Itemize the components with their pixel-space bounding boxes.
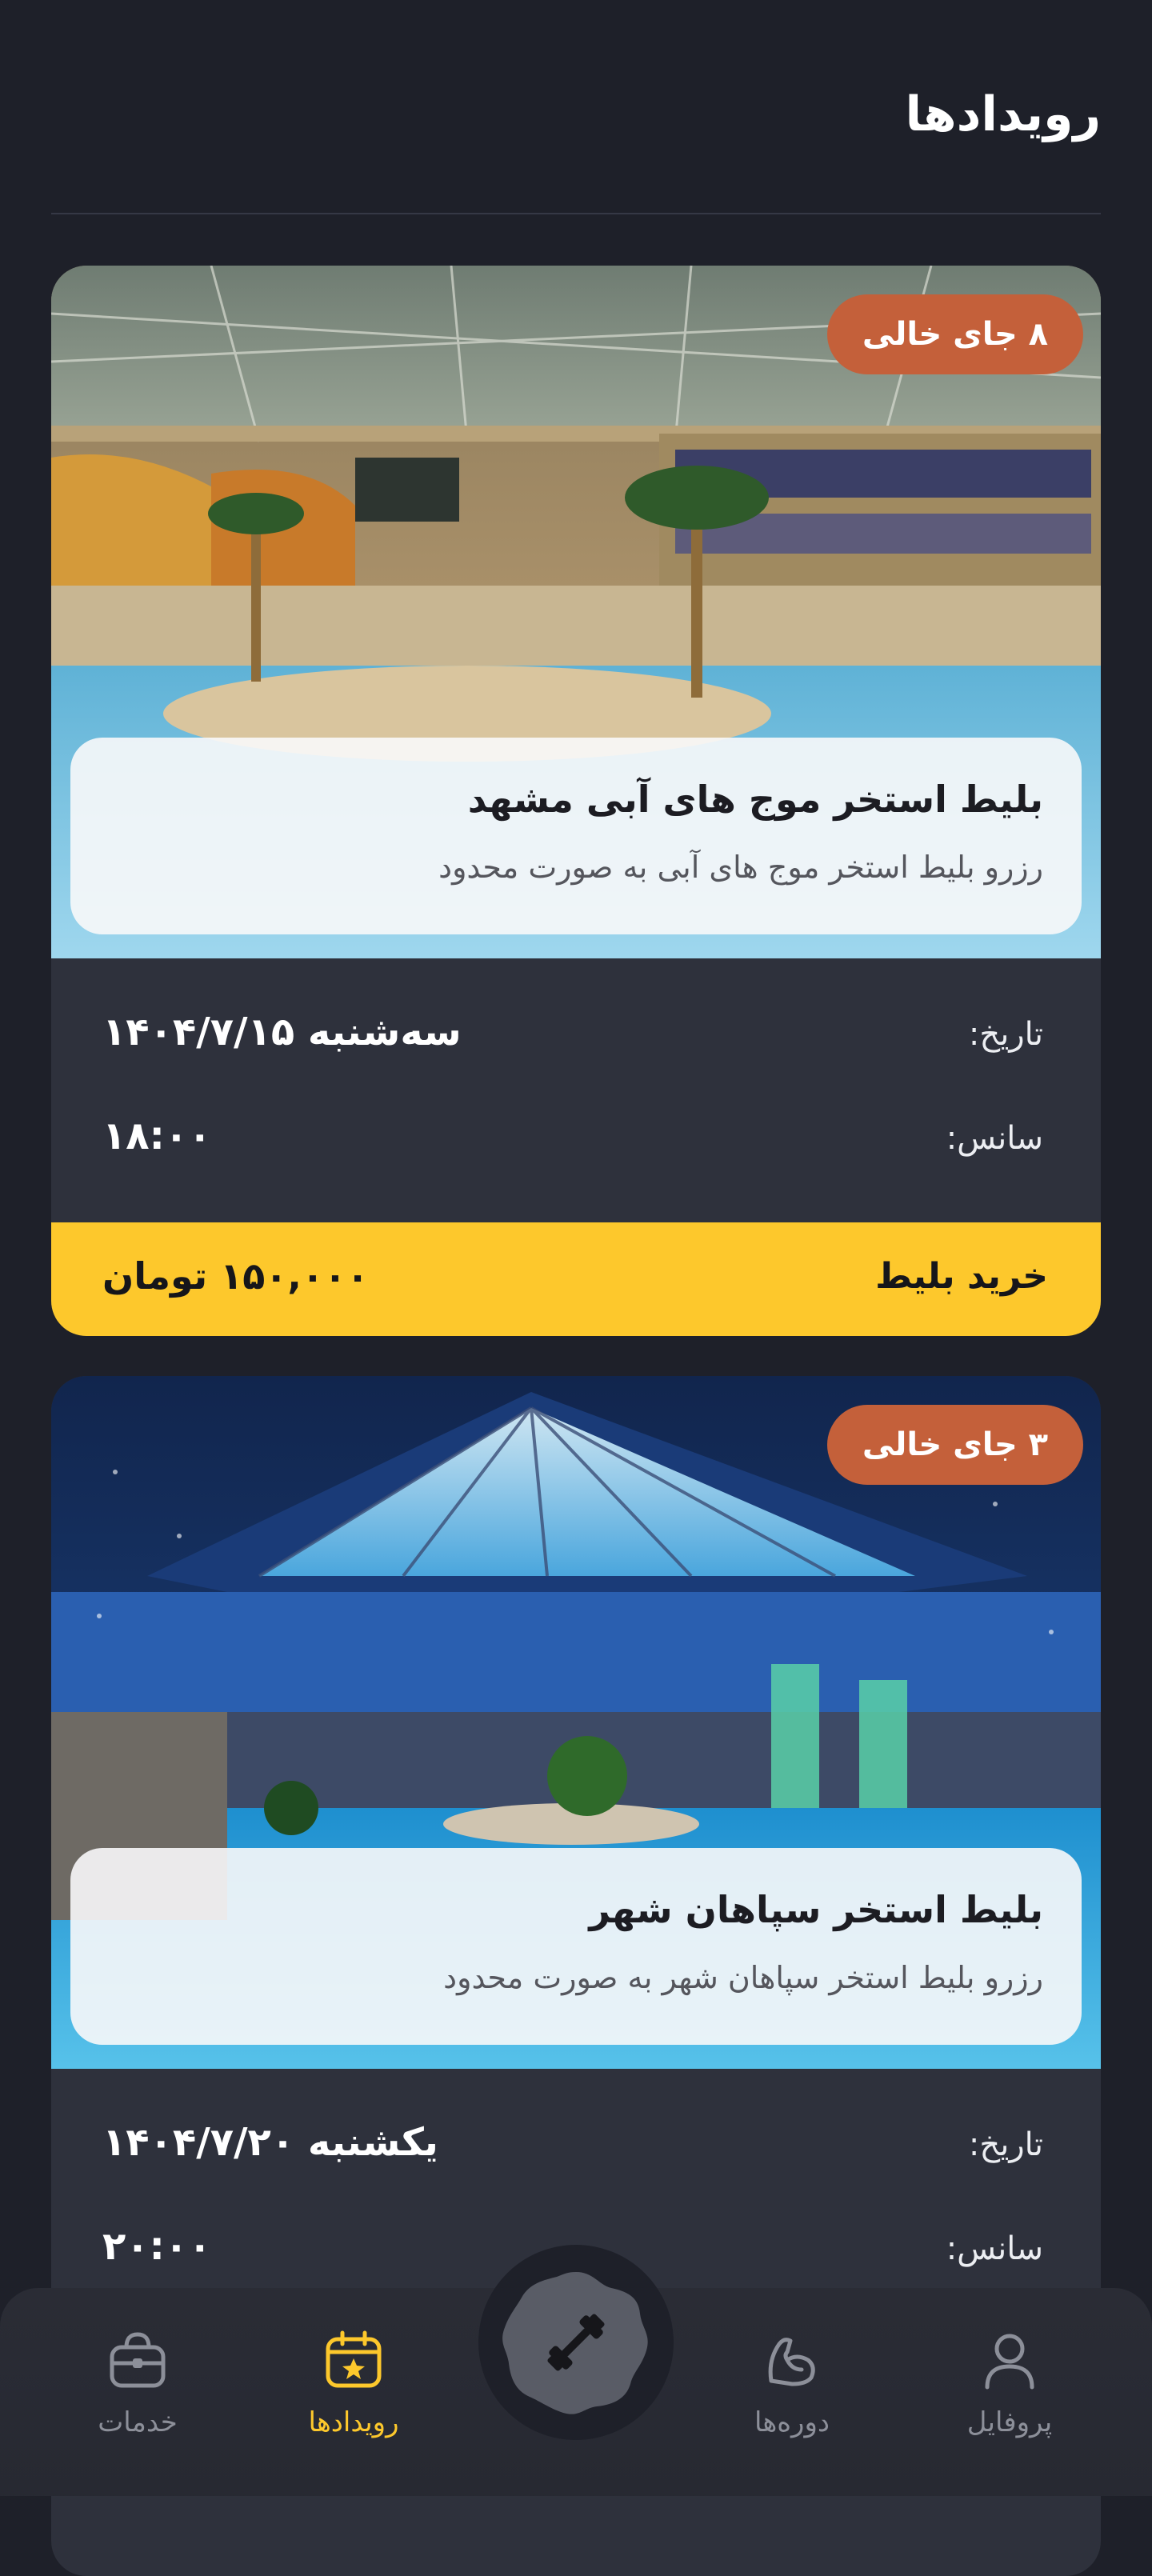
date-label: تاریخ: xyxy=(968,2126,1043,2163)
bag-icon xyxy=(110,2332,166,2388)
seats-available-badge: ۳ جای خالی xyxy=(826,1405,1083,1485)
event-subtitle: رزرو بلیط استخر سپاهان شهر به صورت محدود xyxy=(443,1960,1043,1995)
event-card[interactable]: ۸ جای خالی بلیط استخر موج های آبی مشهد ر… xyxy=(51,266,1101,1336)
date-label: تاریخ: xyxy=(968,1016,1043,1053)
date-value: سه‌شنبه ۱۴۰۴/۷/۱۵ xyxy=(102,1010,462,1054)
user-icon xyxy=(985,2334,1034,2390)
event-subtitle: رزرو بلیط استخر موج های آبی به صورت محدو… xyxy=(438,850,1043,885)
nav-label-profile: پروفایل xyxy=(966,2406,1053,2438)
date-row: تاریخ: سه‌شنبه ۱۴۰۴/۷/۱۵ xyxy=(102,1010,1043,1066)
nav-item-courses[interactable]: دوره‌ها xyxy=(712,2328,872,2438)
nav-item-profile[interactable]: پروفایل xyxy=(930,2328,1090,2438)
buy-ticket-label: خرید بلیط xyxy=(875,1256,1048,1297)
page-title: رویدادها xyxy=(905,86,1101,142)
date-value: یکشنبه ۱۴۰۴/۷/۲۰ xyxy=(102,2120,438,2165)
nav-label-courses: دوره‌ها xyxy=(754,2406,830,2438)
nav-item-services[interactable]: خدمات xyxy=(58,2328,218,2438)
nav-item-events[interactable]: رویدادها xyxy=(274,2328,434,2438)
seats-available-badge: ۸ جای خالی xyxy=(826,294,1083,374)
event-info-panel: بلیط استخر موج های آبی مشهد رزرو بلیط اس… xyxy=(70,738,1082,934)
muscle-arm-icon xyxy=(768,2338,815,2386)
event-title: بلیط استخر سپاهان شهر xyxy=(589,1888,1043,1931)
event-info-panel: بلیط استخر سپاهان شهر رزرو بلیط استخر سپ… xyxy=(70,1848,1082,2045)
page-header: رویدادها xyxy=(51,0,1101,214)
nav-label-services: خدمات xyxy=(98,2406,178,2438)
center-action-button[interactable] xyxy=(474,2240,678,2445)
date-row: تاریخ: یکشنبه ۱۴۰۴/۷/۲۰ xyxy=(102,2120,1043,2176)
calendar-star-icon xyxy=(326,2330,382,2388)
nav-label-events: رویدادها xyxy=(308,2406,399,2438)
buy-ticket-button[interactable]: خرید بلیط ۱۵۰,۰۰۰ تومان xyxy=(51,1222,1101,1336)
session-value: ۲۰:۰۰ xyxy=(102,2224,212,2269)
ticket-price: ۱۵۰,۰۰۰ تومان xyxy=(102,1254,370,1298)
session-row: سانس: ۱۸:۰۰ xyxy=(102,1114,1043,1170)
event-title: بلیط استخر موج های آبی مشهد xyxy=(467,778,1043,821)
session-label: سانس: xyxy=(946,2230,1043,2267)
dumbbell-icon xyxy=(547,2314,605,2371)
session-value: ۱۸:۰۰ xyxy=(102,1114,212,1158)
session-label: سانس: xyxy=(946,1120,1043,1157)
